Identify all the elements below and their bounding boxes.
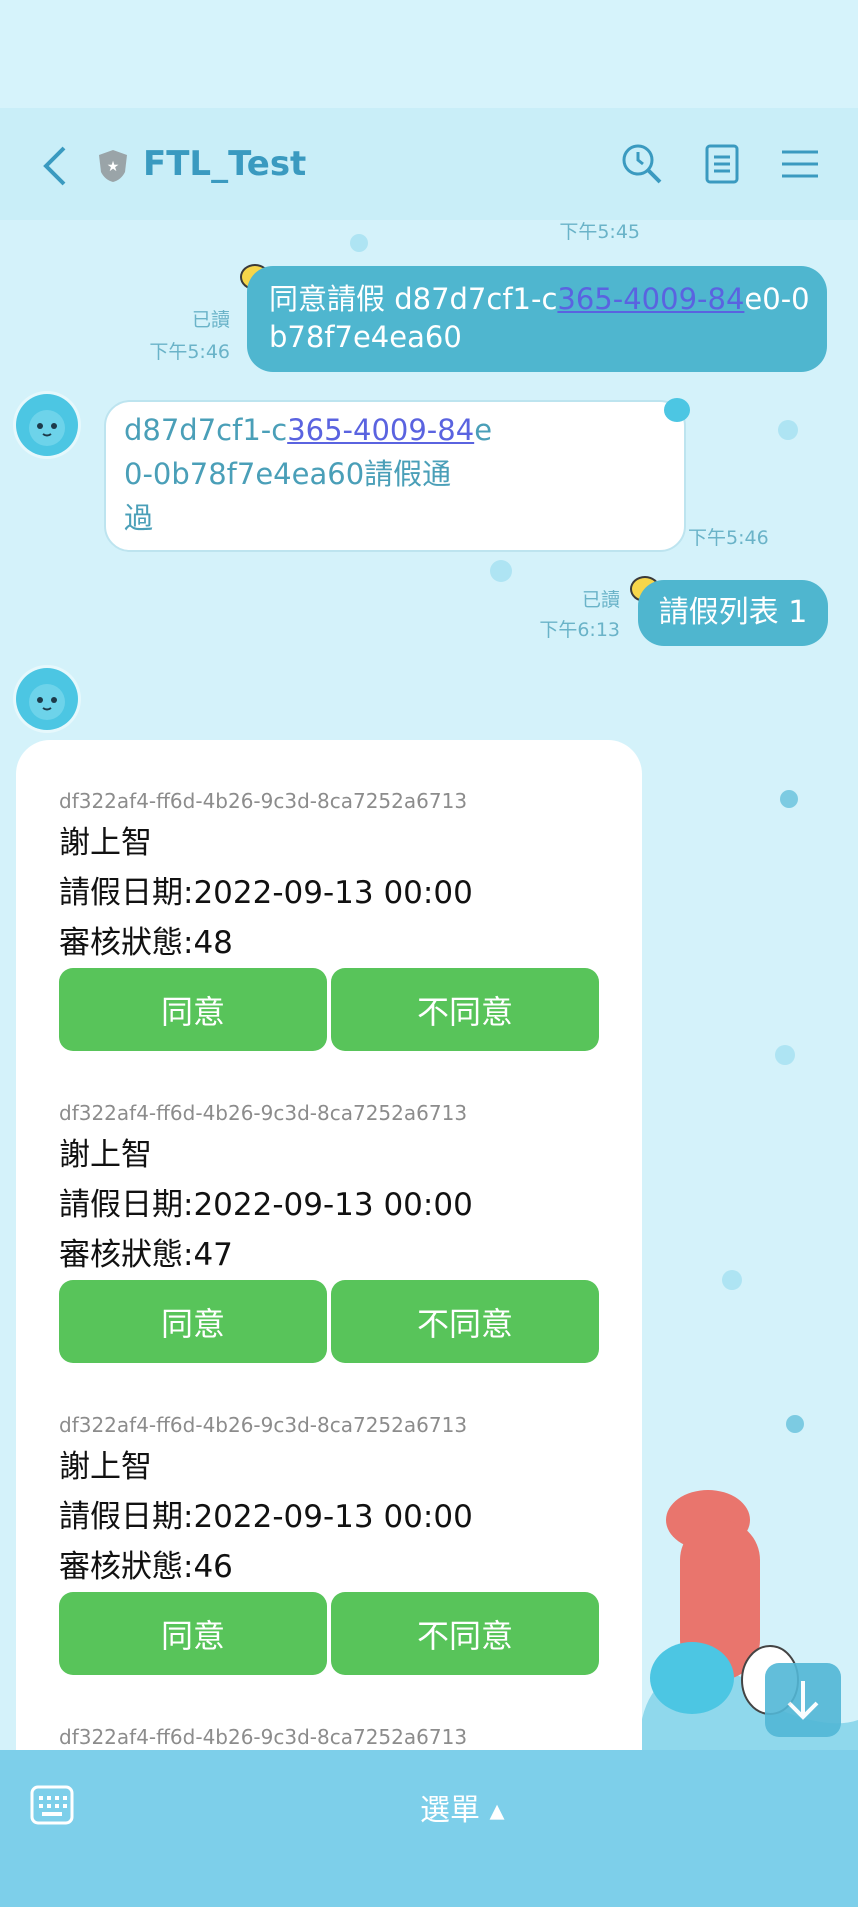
leave-item: df322af4-ff6d-4b26-9c3d-8ca7252a6713 謝上智… <box>59 784 599 1051</box>
read-receipt: 已讀 <box>191 309 230 331</box>
applicant-name: 謝上智 <box>59 825 152 861</box>
applicant-name: 謝上智 <box>59 1137 152 1173</box>
menu-icon[interactable] <box>778 142 822 186</box>
bubble-decoration <box>780 790 798 808</box>
agree-button[interactable]: 同意 <box>59 1280 327 1363</box>
message-text: e0-0 <box>744 282 810 316</box>
svg-text:★: ★ <box>107 159 120 175</box>
message-time: 下午5:46 <box>149 341 230 363</box>
menu-toggle[interactable]: 選單 ▴ <box>420 1785 505 1829</box>
message-link[interactable]: 365-4009-84 <box>557 282 744 316</box>
message-text: e <box>474 413 493 447</box>
status-bar <box>0 0 858 108</box>
message-text: 過 <box>124 501 154 535</box>
search-icon[interactable] <box>620 142 664 186</box>
leave-item: df322af4-ff6d-4b26-9c3d-8ca7252a6713 <box>59 1720 599 1754</box>
message-text: d87d7cf1-c <box>124 413 288 447</box>
disagree-button[interactable]: 不同意 <box>331 1592 599 1675</box>
leave-id: df322af4-ff6d-4b26-9c3d-8ca7252a6713 <box>59 1101 468 1125</box>
review-status: 審核狀態:46 <box>59 1549 233 1585</box>
cat-face-icon <box>29 410 65 446</box>
review-status: 審核狀態:47 <box>59 1237 233 1273</box>
applicant-name: 謝上智 <box>59 1449 152 1485</box>
leave-id: df322af4-ff6d-4b26-9c3d-8ca7252a6713 <box>59 789 468 813</box>
leave-item: df322af4-ff6d-4b26-9c3d-8ca7252a6713 謝上智… <box>59 1408 599 1675</box>
outgoing-message[interactable]: 請假列表 1 <box>638 580 828 646</box>
bubble-decoration <box>778 420 798 440</box>
notes-icon[interactable] <box>700 142 744 186</box>
scroll-down-button[interactable] <box>765 1663 841 1737</box>
incoming-message[interactable]: d87d7cf1-c365-4009-84e 0-0b78f7e4ea60請假通… <box>104 400 686 552</box>
leave-id: df322af4-ff6d-4b26-9c3d-8ca7252a6713 <box>59 1725 468 1749</box>
leave-list-card: df322af4-ff6d-4b26-9c3d-8ca7252a6713 謝上智… <box>16 740 642 1752</box>
cat-face-icon <box>29 684 65 720</box>
message-text: 同意請假 d87d7cf1-c <box>269 282 558 316</box>
bot-avatar[interactable] <box>16 394 78 456</box>
leave-item: df322af4-ff6d-4b26-9c3d-8ca7252a6713 謝上智… <box>59 1096 599 1363</box>
back-arrow-icon[interactable] <box>38 144 74 188</box>
read-receipt: 已讀 <box>581 589 620 611</box>
bot-avatar[interactable] <box>16 668 78 730</box>
message-link[interactable]: 365-4009-84 <box>287 413 474 447</box>
message-text: b78f7e4ea60 <box>269 320 462 354</box>
bubble-decoration <box>786 1415 804 1433</box>
disagree-button[interactable]: 不同意 <box>331 1280 599 1363</box>
review-status: 審核狀態:48 <box>59 925 233 961</box>
leave-id: df322af4-ff6d-4b26-9c3d-8ca7252a6713 <box>59 1413 468 1437</box>
message-time: 下午6:13 <box>539 619 620 641</box>
bubble-decoration <box>350 234 368 252</box>
shield-icon: ★ <box>99 150 127 182</box>
message-text: 0-0b78f7e4ea60請假通 <box>124 457 452 491</box>
leave-date: 請假日期:2022-09-13 00:00 <box>59 1499 473 1535</box>
agree-button[interactable]: 同意 <box>59 1592 327 1675</box>
disagree-button[interactable]: 不同意 <box>331 968 599 1051</box>
chat-title: FTL_Test <box>143 144 307 184</box>
keyboard-icon[interactable] <box>30 1785 74 1825</box>
bubble-decoration <box>722 1270 742 1290</box>
arrow-down-icon <box>787 1681 819 1720</box>
bubble-decoration <box>490 560 512 582</box>
leave-date: 請假日期:2022-09-13 00:00 <box>59 1187 473 1223</box>
bubble-decoration <box>775 1045 795 1065</box>
agree-button[interactable]: 同意 <box>59 968 327 1051</box>
outgoing-message[interactable]: 同意請假 d87d7cf1-c365-4009-84e0-0 b78f7e4ea… <box>247 266 827 372</box>
leave-date: 請假日期:2022-09-13 00:00 <box>59 875 473 911</box>
message-time: 下午5:45 <box>559 221 640 243</box>
message-time: 下午5:46 <box>688 527 769 549</box>
chat-header: ★ FTL_Test <box>0 108 858 220</box>
cat-sticker-icon <box>664 398 690 422</box>
